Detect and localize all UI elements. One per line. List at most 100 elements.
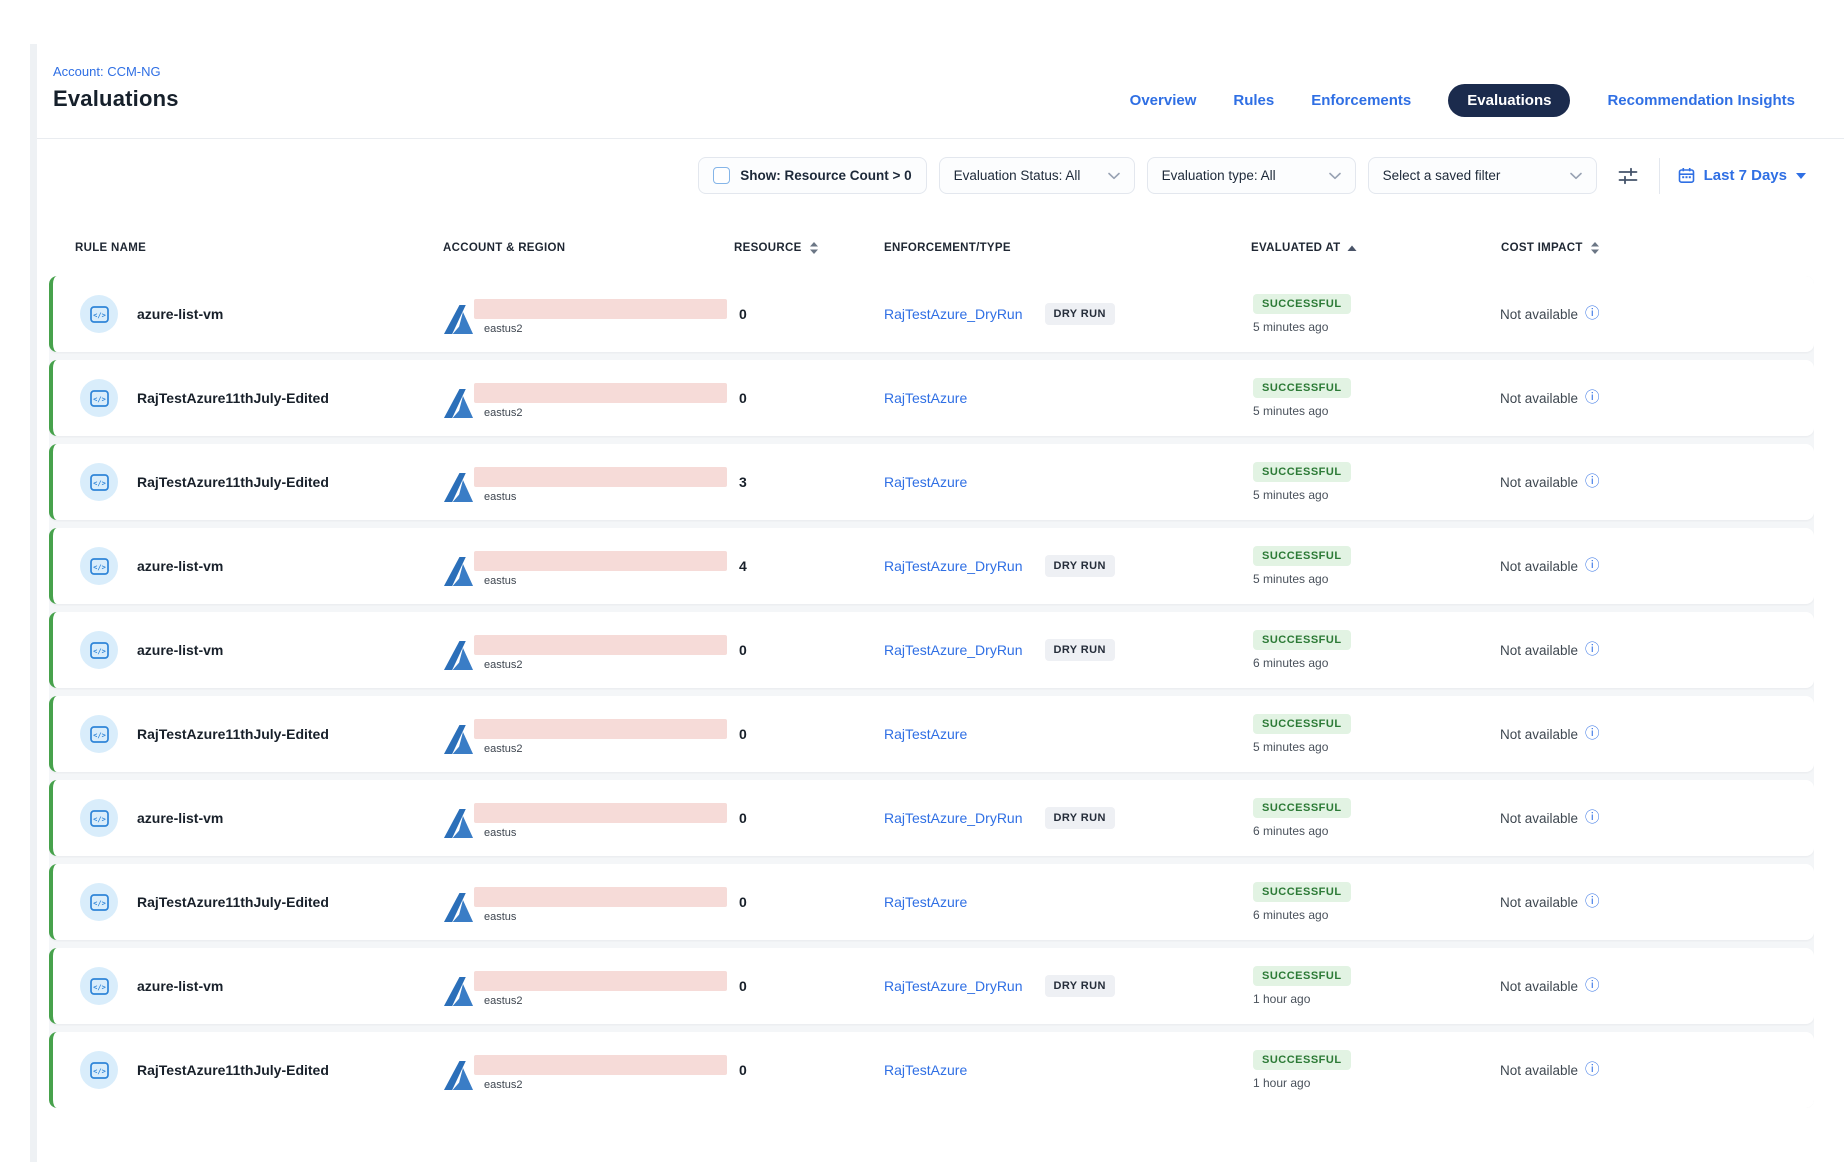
tab-label: Recommendation Insights bbox=[1607, 92, 1795, 109]
account-region-cell: eastus bbox=[440, 461, 730, 503]
chevron-down-icon bbox=[1108, 172, 1120, 180]
evaluation-row[interactable]: </> RajTestAzure11thJuly-Edited eastus2 … bbox=[49, 1032, 1814, 1108]
cost-impact-cell: Not available ⓘ bbox=[1490, 559, 1814, 574]
chevron-down-icon bbox=[1570, 172, 1582, 180]
svg-text:</>: </> bbox=[93, 899, 106, 907]
evaluation-row[interactable]: </> azure-list-vm eastus 0 RajTestAzure_… bbox=[49, 780, 1814, 856]
sliders-icon bbox=[1617, 167, 1639, 185]
enforcement-link[interactable]: RajTestAzure bbox=[884, 726, 967, 742]
info-icon[interactable]: ⓘ bbox=[1585, 811, 1600, 826]
account-stack: eastus bbox=[474, 467, 727, 503]
date-range-picker[interactable]: Last 7 Days bbox=[1678, 167, 1806, 184]
evaluation-row[interactable]: </> RajTestAzure11thJuly-Edited eastus 0… bbox=[49, 864, 1814, 940]
column-header-evaluated-at[interactable]: EVALUATED AT bbox=[1240, 241, 1490, 255]
azure-icon bbox=[443, 472, 474, 503]
cost-impact-cell: Not available ⓘ bbox=[1490, 895, 1814, 910]
sort-both-icon bbox=[809, 241, 819, 255]
resource-count-checkbox[interactable] bbox=[713, 167, 730, 184]
evaluation-row[interactable]: </> azure-list-vm eastus2 0 RajTestAzure… bbox=[49, 276, 1814, 352]
enforcement-link[interactable]: RajTestAzure bbox=[884, 474, 967, 490]
enforcement-link[interactable]: RajTestAzure bbox=[884, 894, 967, 910]
evaluated-at-cell: SUCCESSFUL 1 hour ago bbox=[1240, 966, 1490, 1006]
tab-enforcements[interactable]: Enforcements bbox=[1311, 84, 1411, 117]
evaluated-time: 5 minutes ago bbox=[1253, 488, 1328, 502]
resource-count-filter[interactable]: Show: Resource Count > 0 bbox=[698, 157, 926, 194]
cost-impact-cell: Not available ⓘ bbox=[1490, 811, 1814, 826]
azure-icon bbox=[443, 388, 474, 419]
info-icon[interactable]: ⓘ bbox=[1585, 895, 1600, 910]
enforcement-cell: RajTestAzure_DryRun DRY RUN bbox=[880, 807, 1240, 829]
enforcement-link[interactable]: RajTestAzure_DryRun bbox=[884, 306, 1023, 322]
cost-impact-text: Not available bbox=[1500, 475, 1578, 490]
evaluation-row[interactable]: </> azure-list-vm eastus2 0 RajTestAzure… bbox=[49, 612, 1814, 688]
breadcrumb-account-link[interactable]: Account: CCM-NG bbox=[53, 64, 1795, 79]
info-icon[interactable]: ⓘ bbox=[1585, 475, 1600, 490]
account-region-cell: eastus bbox=[440, 545, 730, 587]
info-icon[interactable]: ⓘ bbox=[1585, 391, 1600, 406]
filter-settings-button[interactable] bbox=[1609, 157, 1647, 194]
evaluation-row[interactable]: </> azure-list-vm eastus 4 RajTestAzure_… bbox=[49, 528, 1814, 604]
info-icon[interactable]: ⓘ bbox=[1585, 1063, 1600, 1078]
enforcement-link[interactable]: RajTestAzure_DryRun bbox=[884, 642, 1023, 658]
tab-recommendation-insights[interactable]: Recommendation Insights bbox=[1607, 84, 1795, 117]
evaluation-status-dropdown[interactable]: Evaluation Status: All bbox=[939, 157, 1135, 194]
enforcement-link[interactable]: RajTestAzure bbox=[884, 1062, 967, 1078]
evaluations-table-body: </> azure-list-vm eastus2 0 RajTestAzure… bbox=[49, 276, 1814, 1108]
account-name-redacted bbox=[474, 803, 727, 823]
rule-icon: </> bbox=[80, 799, 118, 837]
region-label: eastus2 bbox=[484, 407, 727, 419]
column-label: RULE NAME bbox=[75, 242, 146, 254]
rule-name: azure-list-vm bbox=[137, 558, 223, 574]
column-label: ENFORCEMENT/TYPE bbox=[884, 242, 1011, 254]
cost-impact-text: Not available bbox=[1500, 895, 1578, 910]
account-name-redacted bbox=[474, 1055, 727, 1075]
tab-evaluations[interactable]: Evaluations bbox=[1448, 84, 1570, 117]
column-header-cost-impact[interactable]: COST IMPACT bbox=[1490, 241, 1814, 255]
caret-down-icon bbox=[1796, 173, 1806, 179]
status-badge: SUCCESSFUL bbox=[1253, 546, 1351, 566]
enforcement-link[interactable]: RajTestAzure_DryRun bbox=[884, 810, 1023, 826]
tab-label: Rules bbox=[1233, 92, 1274, 109]
enforcement-link[interactable]: RajTestAzure bbox=[884, 390, 967, 406]
cost-impact-cell: Not available ⓘ bbox=[1490, 643, 1814, 658]
column-header-account-region: ACCOUNT & REGION bbox=[440, 241, 730, 255]
svg-text:</>: </> bbox=[93, 647, 106, 655]
evaluation-row[interactable]: </> azure-list-vm eastus2 0 RajTestAzure… bbox=[49, 948, 1814, 1024]
rule-name: RajTestAzure11thJuly-Edited bbox=[137, 474, 329, 490]
azure-icon bbox=[443, 1060, 474, 1091]
info-icon[interactable]: ⓘ bbox=[1585, 727, 1600, 742]
azure-icon bbox=[443, 976, 474, 1007]
rule-icon: </> bbox=[80, 715, 118, 753]
rule-icon: </> bbox=[80, 883, 118, 921]
cost-impact-cell: Not available ⓘ bbox=[1490, 307, 1814, 322]
evaluated-at-cell: SUCCESSFUL 6 minutes ago bbox=[1240, 882, 1490, 922]
evaluation-row[interactable]: </> RajTestAzure11thJuly-Edited eastus 3… bbox=[49, 444, 1814, 520]
resource-count: 0 bbox=[730, 978, 880, 994]
enforcement-link[interactable]: RajTestAzure_DryRun bbox=[884, 978, 1023, 994]
evaluation-row[interactable]: </> RajTestAzure11thJuly-Edited eastus2 … bbox=[49, 696, 1814, 772]
info-icon[interactable]: ⓘ bbox=[1585, 979, 1600, 994]
info-icon[interactable]: ⓘ bbox=[1585, 643, 1600, 658]
rule-name-cell: </> RajTestAzure11thJuly-Edited bbox=[53, 463, 440, 501]
region-label: eastus2 bbox=[484, 323, 727, 335]
info-icon[interactable]: ⓘ bbox=[1585, 307, 1600, 322]
evaluation-type-dropdown[interactable]: Evaluation type: All bbox=[1147, 157, 1356, 194]
tab-label: Enforcements bbox=[1311, 92, 1411, 109]
status-badge: SUCCESSFUL bbox=[1253, 462, 1351, 482]
saved-filter-dropdown[interactable]: Select a saved filter bbox=[1368, 157, 1597, 194]
cost-impact-cell: Not available ⓘ bbox=[1490, 979, 1814, 994]
info-icon[interactable]: ⓘ bbox=[1585, 559, 1600, 574]
enforcement-link[interactable]: RajTestAzure_DryRun bbox=[884, 558, 1023, 574]
azure-icon bbox=[443, 304, 474, 335]
svg-text:</>: </> bbox=[93, 1067, 106, 1075]
column-header-resource[interactable]: RESOURCE bbox=[730, 241, 880, 255]
column-label: EVALUATED AT bbox=[1251, 242, 1340, 254]
region-label: eastus2 bbox=[484, 743, 727, 755]
tab-overview[interactable]: Overview bbox=[1130, 84, 1197, 117]
column-label: RESOURCE bbox=[734, 242, 802, 254]
evaluated-at-cell: SUCCESSFUL 5 minutes ago bbox=[1240, 462, 1490, 502]
tab-rules[interactable]: Rules bbox=[1233, 84, 1274, 117]
evaluated-at-cell: SUCCESSFUL 6 minutes ago bbox=[1240, 798, 1490, 838]
evaluation-row[interactable]: </> RajTestAzure11thJuly-Edited eastus2 … bbox=[49, 360, 1814, 436]
evaluated-at-cell: SUCCESSFUL 5 minutes ago bbox=[1240, 546, 1490, 586]
